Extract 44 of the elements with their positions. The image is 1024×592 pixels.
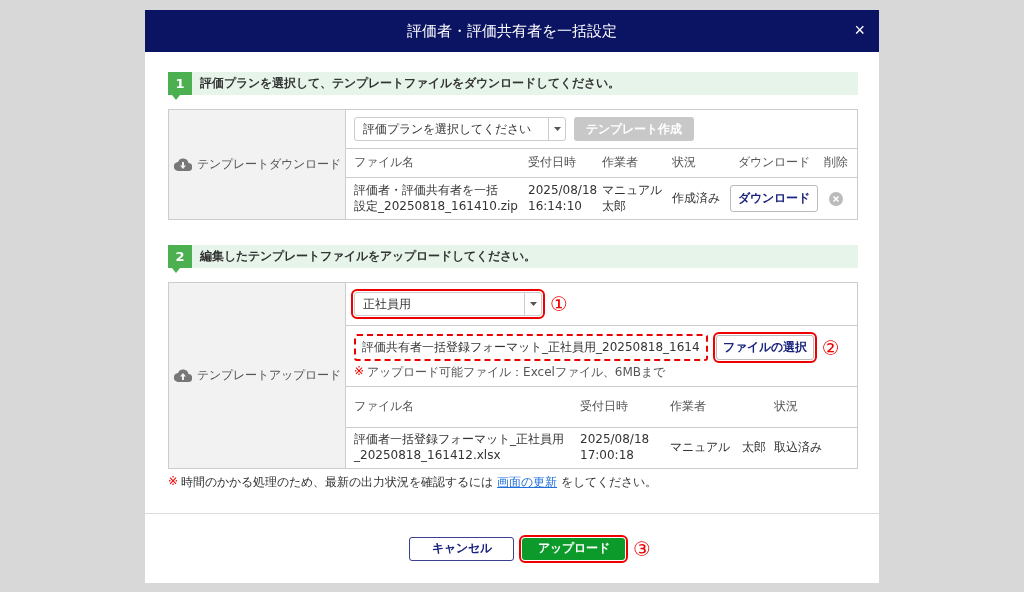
row-header-label: テンプレートアップロード [196, 367, 341, 384]
note-mark: ※ [354, 364, 365, 380]
annotation-marker: ② [821, 337, 840, 358]
column-header: 状況 [672, 155, 697, 171]
table-cell-text: 2025/08/18 16:14:10 [528, 182, 599, 215]
refresh-note: 時間のかかる処理のため、最新の出力状況を確認するには 画面の更新 をしてください。 [181, 474, 658, 491]
table-cell-text: 2025/08/18 17:00:18 [580, 432, 651, 464]
column-header: 受付日時 [528, 155, 577, 171]
step-number: 1 [168, 72, 192, 100]
table-cell-text: 作成済み [672, 190, 721, 207]
column-header: 作業者 [602, 155, 639, 171]
table-cell: 評価者・評価共有者を一括 [354, 182, 498, 199]
type-dropdown[interactable]: 正社員用 [354, 292, 542, 316]
column-header: 状況 [774, 399, 799, 415]
step-number: 2 [168, 245, 192, 273]
table-cell-text: 取込済み [774, 440, 823, 456]
upload-button[interactable]: アップロード [522, 537, 626, 560]
table-cell: 評価者一括登録フォーマット_正社員用 [354, 432, 564, 448]
step-instruction: 編集したテンプレートファイルをアップロードしてください。 [200, 248, 536, 265]
table-cell-text: マニュアル 太郎 [670, 440, 767, 456]
note-mark: ※ [168, 474, 179, 490]
table-cell: _20250818_161412.xlsx [354, 448, 501, 464]
upload-hint: アップロード可能ファイル：Excelファイル、6MBまで [367, 364, 666, 381]
table-cell: 設定_20250818_161410.zip [354, 198, 518, 215]
column-header: ファイル名 [354, 399, 415, 415]
plan-dropdown[interactable]: 評価プランを選択してください [354, 117, 566, 141]
column-header: ダウンロード [736, 155, 811, 171]
table-cell: 太郎 [602, 198, 626, 215]
row-header-label: テンプレートダウンロード [196, 156, 341, 173]
column-header: 削除 [823, 155, 849, 171]
choose-file-button[interactable]: ファイルの選択 [715, 335, 814, 360]
column-header: 作業者 [670, 399, 707, 415]
annotation-marker: ③ [633, 538, 651, 559]
refresh-link[interactable]: 画面の更新 [497, 475, 558, 489]
annotation-marker: ① [550, 294, 568, 314]
file-name-field[interactable]: 評価共有者一括登録フォーマット_正社員用_20250818_1614 [354, 334, 708, 361]
table-cell: マニュアル [602, 182, 662, 199]
dialog-title: 評価者・評価共有者を一括設定 [407, 21, 617, 41]
close-button[interactable]: × [850, 20, 869, 40]
cancel-button[interactable]: キャンセル [409, 536, 515, 561]
step-instruction: 評価プランを選択して、テンプレートファイルをダウンロードしてください。 [200, 75, 620, 92]
column-header: ファイル名 [354, 155, 415, 171]
download-button[interactable]: ダウンロード [729, 185, 818, 212]
column-header: 受付日時 [580, 399, 629, 415]
